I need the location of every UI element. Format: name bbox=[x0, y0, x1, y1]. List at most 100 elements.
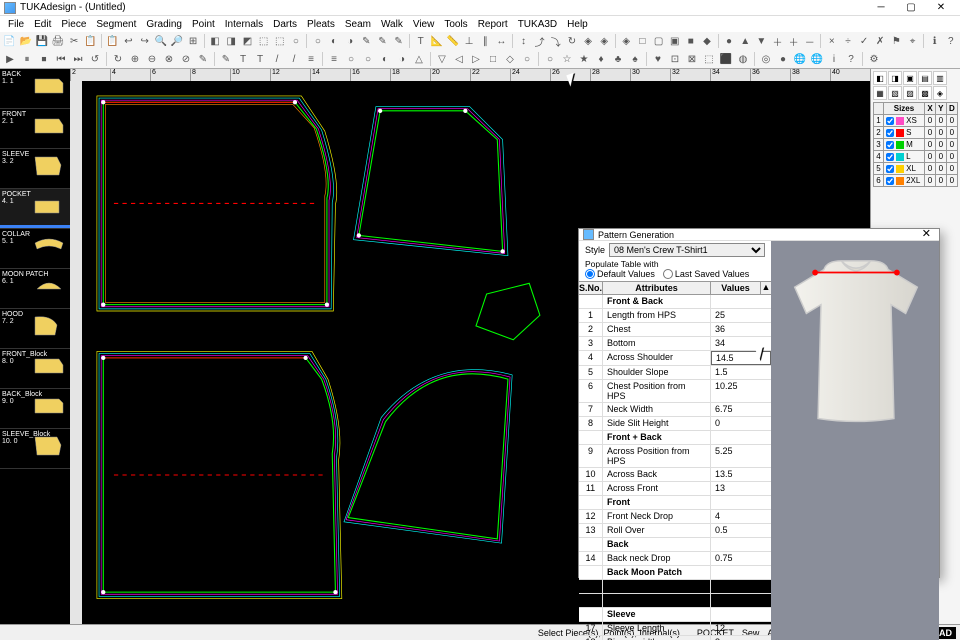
toolbar-btn[interactable]: / bbox=[269, 51, 285, 67]
attr-row[interactable]: 8Side Slit Height0 bbox=[579, 417, 771, 431]
toolbar-btn[interactable]: ⊞ bbox=[185, 33, 200, 49]
menu-grading[interactable]: Grading bbox=[142, 19, 186, 30]
piece-item[interactable]: FRONT_Block8. 0 bbox=[0, 349, 70, 389]
toolbar-btn[interactable]: ▣ bbox=[667, 33, 682, 49]
side-tool-btn[interactable]: ◧ bbox=[873, 71, 887, 85]
toolbar-btn[interactable]: ⤵ bbox=[548, 33, 563, 49]
side-tool-btn[interactable]: ▤ bbox=[918, 71, 932, 85]
toolbar-btn[interactable]: ♥ bbox=[650, 51, 666, 67]
toolbar-btn[interactable]: / bbox=[286, 51, 302, 67]
toolbar-btn[interactable]: 🌐 bbox=[809, 51, 825, 67]
toolbar-btn[interactable]: ✎ bbox=[391, 33, 406, 49]
toolbar-btn[interactable]: ⏸ bbox=[19, 51, 35, 67]
attr-row[interactable]: 17Sleeve Length12 bbox=[579, 622, 771, 636]
piece-item[interactable]: HOOD7. 2 bbox=[0, 309, 70, 349]
radio-default[interactable]: Default Values bbox=[585, 269, 655, 279]
toolbar-btn[interactable]: ○ bbox=[310, 33, 325, 49]
pattern-generation-dialog[interactable]: Pattern Generation ✕ Style 08 Men's Crew… bbox=[578, 228, 940, 578]
toolbar-btn[interactable]: i bbox=[826, 51, 842, 67]
toolbar-btn[interactable]: ⏹ bbox=[36, 51, 52, 67]
toolbar-btn[interactable]: ♦ bbox=[593, 51, 609, 67]
toolbar-btn[interactable]: □ bbox=[485, 51, 501, 67]
attr-row[interactable]: 15Center Back Height3.5 bbox=[579, 580, 771, 594]
window-min-button[interactable]: ─ bbox=[866, 1, 896, 15]
attr-row[interactable]: 1Length from HPS25 bbox=[579, 309, 771, 323]
toolbar-btn[interactable]: ■ bbox=[683, 33, 698, 49]
toolbar-btn[interactable]: ◍ bbox=[735, 51, 751, 67]
dialog-titlebar[interactable]: Pattern Generation ✕ bbox=[579, 229, 939, 241]
toolbar-btn[interactable]: ◐ bbox=[326, 33, 341, 49]
toolbar-btn[interactable]: 🖨 bbox=[50, 33, 65, 49]
piece-item[interactable]: BACK_Block9. 0 bbox=[0, 389, 70, 429]
toolbar-btn[interactable]: ◈ bbox=[619, 33, 634, 49]
menu-walk[interactable]: Walk bbox=[377, 19, 407, 30]
toolbar-btn[interactable]: □ bbox=[635, 33, 650, 49]
toolbar-btn[interactable]: ⌖ bbox=[905, 33, 920, 49]
menu-point[interactable]: Point bbox=[188, 19, 219, 30]
radio-lastsaved[interactable]: Last Saved Values bbox=[663, 269, 749, 279]
toolbar-btn[interactable]: ☆ bbox=[559, 51, 575, 67]
toolbar-btn[interactable]: ✗ bbox=[873, 33, 888, 49]
toolbar-btn[interactable]: ▽ bbox=[434, 51, 450, 67]
piece-item[interactable]: SLEEVE3. 2 bbox=[0, 149, 70, 189]
toolbar-btn[interactable]: ⏮ bbox=[53, 51, 69, 67]
toolbar-btn[interactable]: ● bbox=[721, 33, 736, 49]
side-tool-btn[interactable]: ◨ bbox=[888, 71, 902, 85]
attr-row[interactable]: 5Shoulder Slope1.5 bbox=[579, 366, 771, 380]
menu-darts[interactable]: Darts bbox=[269, 19, 301, 30]
attr-row[interactable]: 18Biscep width8 bbox=[579, 636, 771, 640]
side-tool-btn[interactable]: ▨ bbox=[903, 86, 917, 100]
style-select[interactable]: 08 Men's Crew T-Shirt1 bbox=[609, 243, 765, 257]
toolbar-btn[interactable]: ● bbox=[775, 51, 791, 67]
attr-row[interactable]: 7Neck Width6.75 bbox=[579, 403, 771, 417]
toolbar-btn[interactable]: ↻ bbox=[110, 51, 126, 67]
piece-item[interactable]: COLLAR5. 1 bbox=[0, 229, 70, 269]
toolbar-btn[interactable]: ▼ bbox=[754, 33, 769, 49]
menu-segment[interactable]: Segment bbox=[92, 19, 140, 30]
attr-row[interactable]: 11Across Front13 bbox=[579, 482, 771, 496]
attr-row[interactable]: 16Length at Shoulder1 bbox=[579, 594, 771, 608]
toolbar-btn[interactable]: ✓ bbox=[857, 33, 872, 49]
menu-seam[interactable]: Seam bbox=[341, 19, 375, 30]
attr-row[interactable]: 6Chest Position from HPS10.25 bbox=[579, 380, 771, 403]
toolbar-btn[interactable]: ▷ bbox=[468, 51, 484, 67]
toolbar-btn[interactable]: ⤴ bbox=[532, 33, 547, 49]
toolbar-btn[interactable]: ⊥ bbox=[462, 33, 477, 49]
toolbar-btn[interactable]: ℹ bbox=[927, 33, 942, 49]
toolbar-btn[interactable]: ♣ bbox=[610, 51, 626, 67]
toolbar-btn[interactable]: ÷ bbox=[840, 33, 855, 49]
piece-item[interactable]: POCKET4. 1 bbox=[0, 189, 70, 229]
toolbar-btn[interactable]: 📋 bbox=[105, 33, 120, 49]
toolbar-btn[interactable]: ⚑ bbox=[889, 33, 904, 49]
toolbar-btn[interactable]: 💾 bbox=[34, 33, 49, 49]
size-row[interactable]: 1 XS000 bbox=[874, 115, 958, 127]
piece-item[interactable]: SLEEVE_Block10. 0 bbox=[0, 429, 70, 469]
toolbar-btn[interactable]: ≡ bbox=[303, 51, 319, 67]
toolbar-btn[interactable]: ∥ bbox=[478, 33, 493, 49]
piece-item[interactable]: MOON PATCH6. 1 bbox=[0, 269, 70, 309]
size-grade-table[interactable]: SizesXYD 1 XS0002 S0003 M0004 L0005 XL00… bbox=[873, 102, 958, 187]
toolbar-btn[interactable]: ◐ bbox=[377, 51, 393, 67]
toolbar-btn[interactable]: 📋 bbox=[83, 33, 98, 49]
toolbar-btn[interactable]: 🌐 bbox=[792, 51, 808, 67]
toolbar-btn[interactable]: ○ bbox=[360, 51, 376, 67]
toolbar-btn[interactable]: ⊗ bbox=[161, 51, 177, 67]
toolbar-btn[interactable]: ◈ bbox=[580, 33, 595, 49]
toolbar-btn[interactable]: 🔎 bbox=[169, 33, 184, 49]
attr-row[interactable]: 10Across Back13.5 bbox=[579, 468, 771, 482]
toolbar-btn[interactable]: ⏭ bbox=[70, 51, 86, 67]
menu-tuka3d[interactable]: TUKA3D bbox=[514, 19, 561, 30]
toolbar-btn[interactable]: ⬚ bbox=[701, 51, 717, 67]
toolbar-btn[interactable]: ≡ bbox=[326, 51, 342, 67]
toolbar-btn[interactable]: T bbox=[252, 51, 268, 67]
toolbar-btn[interactable]: ⊖ bbox=[144, 51, 160, 67]
menu-report[interactable]: Report bbox=[474, 19, 512, 30]
attributes-table[interactable]: Front & Back1Length from HPS252Chest363B… bbox=[579, 295, 771, 640]
toolbar-btn[interactable]: ↩ bbox=[121, 33, 136, 49]
toolbar-btn[interactable]: ⊡ bbox=[667, 51, 683, 67]
toolbar-btn[interactable]: △ bbox=[411, 51, 427, 67]
side-tool-btn[interactable]: ▩ bbox=[918, 86, 932, 100]
attr-row[interactable]: 3Bottom34 bbox=[579, 337, 771, 351]
size-row[interactable]: 2 S000 bbox=[874, 127, 958, 139]
toolbar-btn[interactable]: ◇ bbox=[502, 51, 518, 67]
